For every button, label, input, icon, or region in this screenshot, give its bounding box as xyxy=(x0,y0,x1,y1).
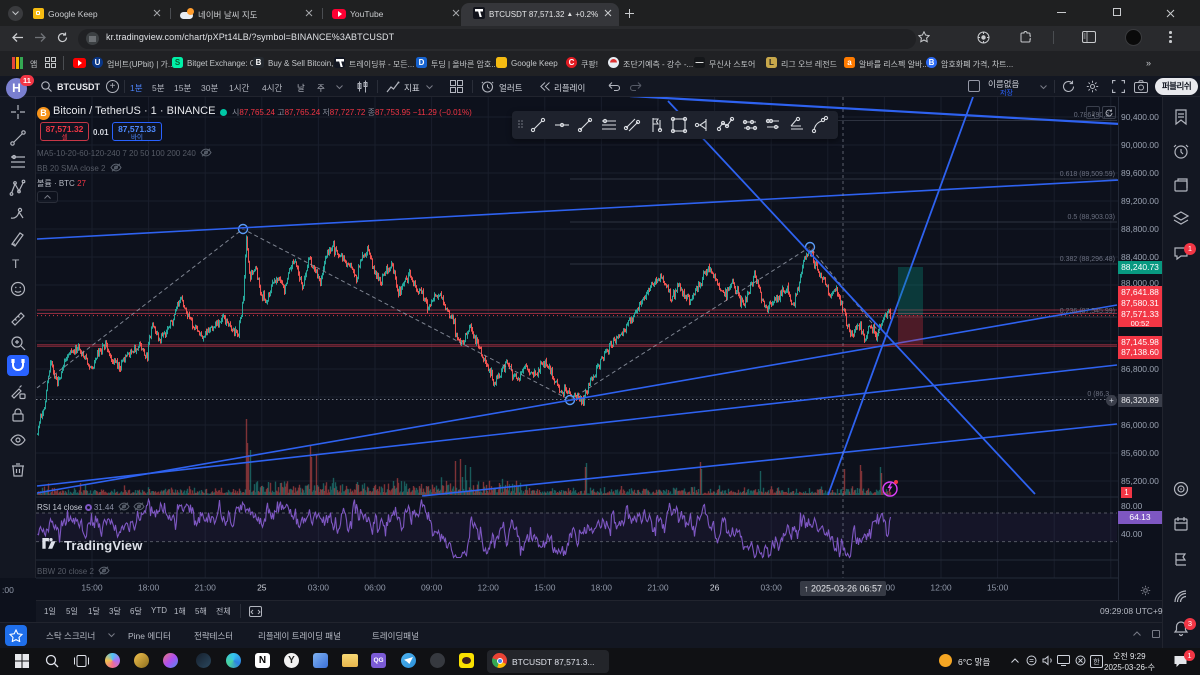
svg-text:18:00: 18:00 xyxy=(138,583,160,593)
svg-text:12:00: 12:00 xyxy=(930,583,952,593)
svg-text:26: 26 xyxy=(710,583,720,593)
svg-text:21:00: 21:00 xyxy=(647,583,669,593)
svg-text:15:00: 15:00 xyxy=(534,583,556,593)
svg-text:21:00: 21:00 xyxy=(195,583,217,593)
svg-text:03:00: 03:00 xyxy=(308,583,330,593)
svg-text:18:00: 18:00 xyxy=(591,583,613,593)
svg-text:03:00: 03:00 xyxy=(761,583,783,593)
svg-text:12:00: 12:00 xyxy=(478,583,500,593)
svg-text:15:00: 15:00 xyxy=(81,583,103,593)
svg-text:↑ 2025-03-26 06:57: ↑ 2025-03-26 06:57 xyxy=(804,584,882,594)
svg-text:09:00: 09:00 xyxy=(421,583,443,593)
svg-text:15:00: 15:00 xyxy=(987,583,1009,593)
svg-text:06:00: 06:00 xyxy=(364,583,386,593)
svg-text:25: 25 xyxy=(257,583,267,593)
